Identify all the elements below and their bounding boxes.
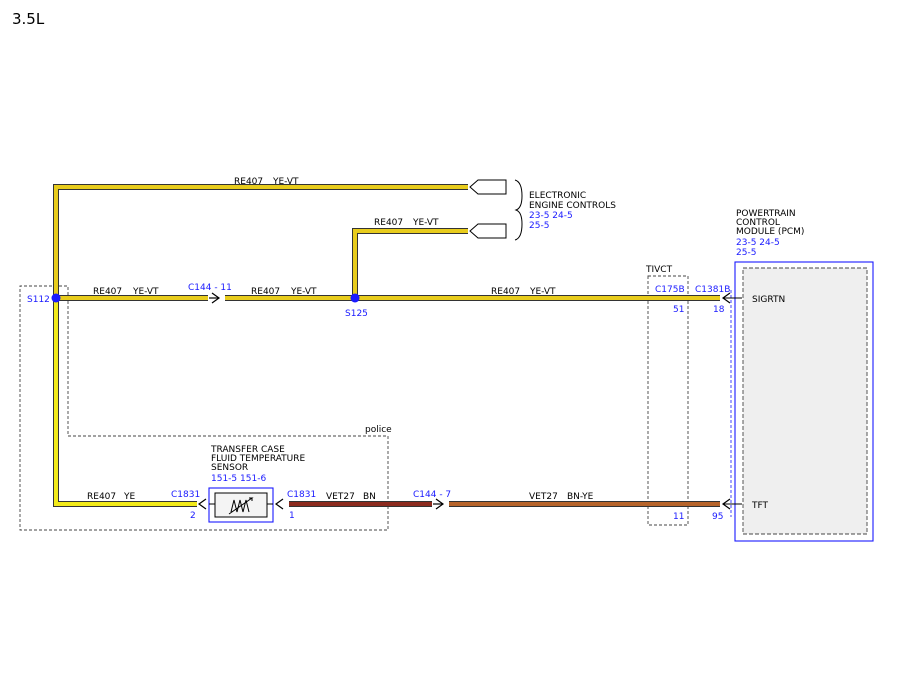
wire-main-center-color: YE-VT bbox=[290, 287, 317, 297]
splice-s112-label: S112 bbox=[27, 295, 50, 305]
wiring-diagram: 3.5L police TIVCT S112 S125 RE407 YE-VT … bbox=[12, 10, 874, 542]
wire-main-left-color: YE-VT bbox=[132, 287, 159, 297]
wire-main-center-circuit: RE407 bbox=[251, 287, 280, 297]
c1381b-pin-top: 18 bbox=[713, 305, 725, 315]
sensor-ref-line1: 151-5 151-6 bbox=[211, 474, 266, 484]
wire-bottom-right-circuit: VET27 bbox=[529, 492, 558, 502]
wire-top-circuit: RE407 bbox=[234, 177, 263, 187]
eec-connector-upper bbox=[469, 179, 507, 195]
wire-bottom-left-color: YE bbox=[123, 492, 135, 502]
pcm-label-line3: MODULE (PCM) bbox=[736, 227, 804, 237]
wire-bottom-center-color: BN bbox=[363, 492, 376, 502]
wire-mid-color: YE-VT bbox=[412, 218, 439, 228]
c175b-label: C175B bbox=[655, 285, 685, 295]
police-label: police bbox=[365, 425, 392, 435]
eec-ref-line1: 23-5 24-5 bbox=[529, 211, 573, 221]
c144-upper-label: C144 - 11 bbox=[188, 283, 232, 293]
splice-s112 bbox=[51, 293, 61, 303]
wire-mid bbox=[352, 228, 468, 298]
pcm-pin-sigrtn: SIGRTN bbox=[752, 295, 785, 305]
c1381b-pin-bottom: 95 bbox=[712, 512, 723, 522]
c1831-left-symbol bbox=[197, 498, 207, 510]
eec-bracket bbox=[514, 179, 523, 241]
splice-s125 bbox=[350, 293, 360, 303]
wire-bottom-left bbox=[53, 298, 197, 507]
c175b-pin-bottom: 11 bbox=[673, 512, 684, 522]
eec-connector-lower bbox=[469, 223, 507, 239]
c175b-pin-top: 51 bbox=[673, 305, 684, 315]
tivct-label: TIVCT bbox=[645, 265, 673, 275]
wire-main-left-circuit: RE407 bbox=[93, 287, 122, 297]
c144-lower-label: C144 - 7 bbox=[413, 490, 451, 500]
pcm-ref-line2: 25-5 bbox=[736, 248, 756, 258]
eec-ref-line2: 25-5 bbox=[529, 221, 549, 231]
c1831-right-symbol bbox=[274, 498, 284, 510]
wire-main-right-circuit: RE407 bbox=[491, 287, 520, 297]
c1831-right-pin: 1 bbox=[289, 511, 295, 521]
c1831-left-pin: 2 bbox=[190, 511, 196, 521]
pcm-module-inner bbox=[742, 267, 868, 535]
splice-s125-label: S125 bbox=[345, 309, 368, 319]
c1831-right-label: C1831 bbox=[287, 490, 316, 500]
c1381b-label: C1381B bbox=[695, 285, 730, 295]
pcm-pin-tft: TFT bbox=[751, 501, 769, 511]
wire-bottom-right-color: BN-YE bbox=[567, 492, 594, 502]
eec-label-line2: ENGINE CONTROLS bbox=[529, 201, 616, 211]
wire-top-color: YE-VT bbox=[272, 177, 299, 187]
c1831-left-label: C1831 bbox=[171, 490, 200, 500]
wire-mid-circuit: RE407 bbox=[374, 218, 403, 228]
eec-label-line1: ELECTRONIC bbox=[529, 191, 586, 201]
wire-bottom-left-circuit: RE407 bbox=[87, 492, 116, 502]
pcm-ref-line1: 23-5 24-5 bbox=[736, 238, 780, 248]
engine-label: 3.5L bbox=[12, 10, 45, 28]
sensor-label-line3: SENSOR bbox=[211, 463, 248, 473]
wire-main-right-color: YE-VT bbox=[529, 287, 556, 297]
wire-top bbox=[53, 184, 468, 298]
wire-bottom-center-circuit: VET27 bbox=[326, 492, 355, 502]
